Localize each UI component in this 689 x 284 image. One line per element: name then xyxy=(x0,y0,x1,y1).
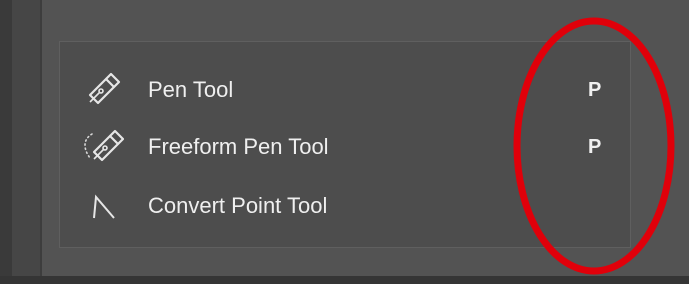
toolbar-panel xyxy=(12,0,40,284)
panel-bottom-edge xyxy=(0,276,689,284)
freeform-pen-icon xyxy=(84,129,124,162)
pen-tool-flyout-menu: Pen Tool P Freeform Pen Tool P Convert P… xyxy=(59,41,631,248)
shortcut-key: P xyxy=(588,79,602,101)
menu-item-freeform-pen-tool[interactable]: Freeform Pen Tool P xyxy=(60,121,630,173)
toolbar-divider xyxy=(40,0,42,284)
menu-item-label: Convert Point Tool xyxy=(148,193,328,218)
toolbar-edge xyxy=(0,0,12,284)
menu-item-label: Pen Tool xyxy=(148,77,234,102)
shortcut-key: P xyxy=(588,136,602,158)
menu-item-convert-point-tool[interactable]: Convert Point Tool xyxy=(60,180,630,232)
menu-item-pen-tool[interactable]: Pen Tool P xyxy=(60,64,630,116)
pen-icon xyxy=(88,72,121,105)
convert-point-icon xyxy=(93,194,115,219)
menu-item-label: Freeform Pen Tool xyxy=(148,134,329,159)
